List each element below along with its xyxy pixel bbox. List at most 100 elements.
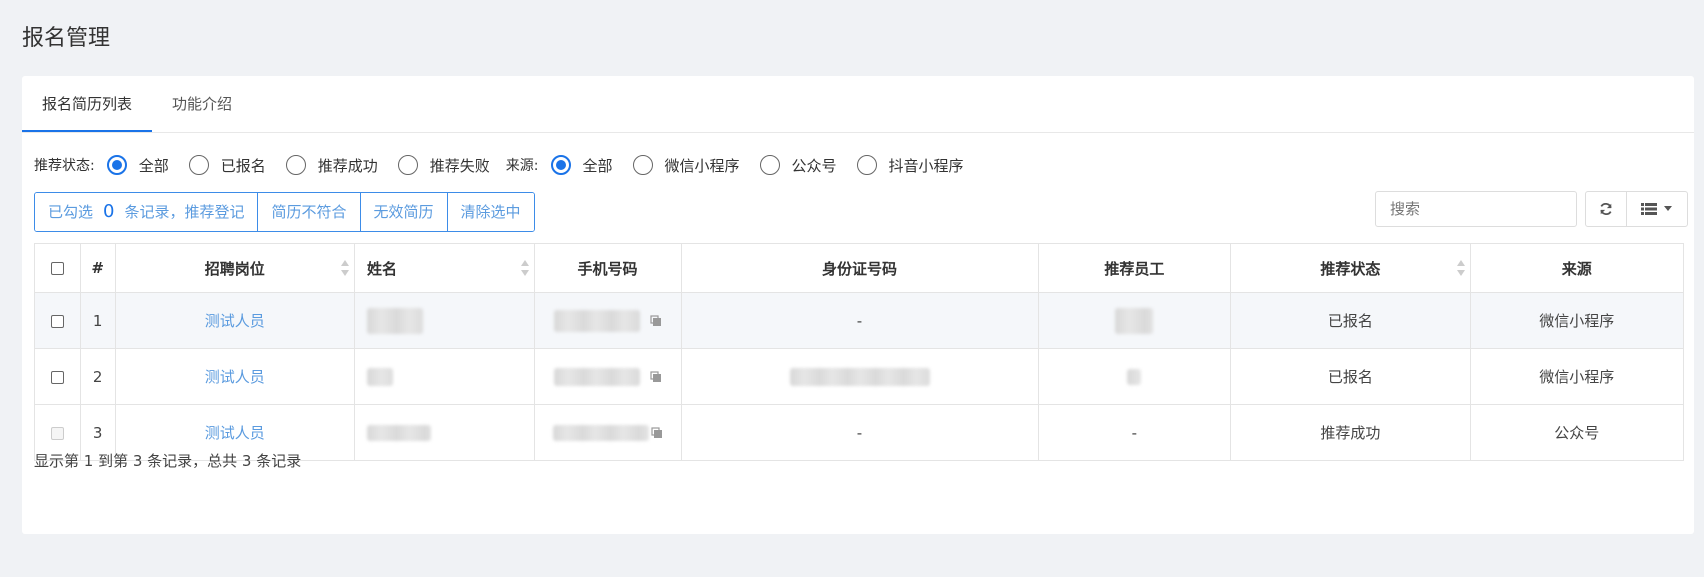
id-card-cell: - <box>680 404 1039 461</box>
invalid-resume-button[interactable]: 无效简历 <box>360 193 448 231</box>
resume-table: # 招聘岗位 姓名 手机号码 身份证号码 推荐员工 推荐状态 来源 1 测试人员… <box>34 243 1685 461</box>
row-select-cell <box>34 348 81 405</box>
position-link[interactable]: 测试人员 <box>205 368 265 386</box>
source-radio-wechat-miniprogram[interactable]: 微信小程序 <box>632 155 740 176</box>
select-all-checkbox[interactable] <box>50 262 64 275</box>
clear-selection-button[interactable]: 清除选中 <box>447 193 534 231</box>
header-label: 推荐状态 <box>1320 259 1381 278</box>
radio-icon <box>856 155 877 175</box>
search-input[interactable] <box>1375 191 1577 227</box>
source-cell: 微信小程序 <box>1469 292 1685 349</box>
selected-count: 0 <box>103 201 115 222</box>
copy-icon[interactable] <box>649 314 662 327</box>
refresh-icon <box>1600 202 1612 216</box>
phone-cell <box>533 348 682 405</box>
caret-down-icon <box>1664 206 1672 211</box>
header-label: 姓名 <box>366 259 397 278</box>
copy-icon[interactable] <box>649 371 662 383</box>
status-radio-failed[interactable]: 推荐失败 <box>397 155 490 176</box>
table-toolbar <box>1585 191 1688 227</box>
column-header-index: # <box>79 243 116 293</box>
radio-label: 抖音小程序 <box>888 156 964 175</box>
status-cell: 已报名 <box>1230 348 1471 405</box>
column-header-source: 来源 <box>1469 243 1685 293</box>
list-icon <box>1641 203 1657 215</box>
sort-icon <box>520 260 529 276</box>
pagination-summary: 显示第 1 到第 3 条记录，总共 3 条记录 <box>34 452 302 470</box>
position-link[interactable]: 测试人员 <box>205 312 265 330</box>
position-link[interactable]: 测试人员 <box>205 424 265 442</box>
status-radio-registered[interactable]: 已报名 <box>188 155 266 176</box>
radio-icon <box>188 155 209 175</box>
redacted-name <box>366 307 423 334</box>
column-header-phone: 手机号码 <box>533 243 682 293</box>
column-header-id-card: 身份证号码 <box>680 243 1039 293</box>
row-checkbox[interactable] <box>50 370 64 384</box>
sort-icon <box>340 260 349 276</box>
status-radio-all[interactable]: 全部 <box>106 155 169 176</box>
table-row[interactable]: 1 测试人员 - 已报名 微信小程序 <box>34 292 1685 349</box>
column-header-employee: 推荐员工 <box>1037 243 1232 293</box>
table-header-row: # 招聘岗位 姓名 手机号码 身份证号码 推荐员工 推荐状态 来源 <box>34 243 1685 293</box>
source-radio-douyin-miniprogram[interactable]: 抖音小程序 <box>856 155 964 176</box>
source-cell: 公众号 <box>1469 404 1685 461</box>
radio-label: 全部 <box>582 156 613 175</box>
resume-mismatch-button[interactable]: 简历不符合 <box>258 193 361 231</box>
filter-bar: 推荐状态: 全部 已报名 推荐成功 推荐失败 来源: 全部 微信小程序 公众号 <box>34 152 984 178</box>
redacted-id-card <box>789 367 930 386</box>
radio-label: 推荐失败 <box>429 156 490 175</box>
source-filter-label: 来源: <box>505 158 539 174</box>
main-card: 报名简历列表 功能介绍 推荐状态: 全部 已报名 推荐成功 推荐失败 来源: 全… <box>22 76 1694 534</box>
row-checkbox-disabled <box>50 426 64 440</box>
radio-icon <box>285 155 306 175</box>
redacted-employee <box>1115 307 1154 334</box>
radio-label: 已报名 <box>220 156 266 175</box>
selected-prefix: 已勾选 <box>48 203 94 221</box>
name-cell <box>353 348 535 405</box>
radio-icon <box>397 155 418 175</box>
phone-cell <box>533 404 682 461</box>
tab-feature-intro[interactable]: 功能介绍 <box>152 76 252 132</box>
redacted-employee <box>1127 369 1142 385</box>
name-cell <box>353 404 535 461</box>
table-row[interactable]: 2 测试人员 已报名 微信小程序 <box>34 348 1685 405</box>
columns-dropdown-button[interactable] <box>1627 192 1687 226</box>
tab-resume-list[interactable]: 报名简历列表 <box>22 76 152 132</box>
copy-icon[interactable] <box>650 427 663 439</box>
status-cell: 已报名 <box>1230 292 1471 349</box>
selected-suffix: 条记录，推荐登记 <box>124 203 245 221</box>
row-checkbox[interactable] <box>50 314 64 328</box>
status-filter-label: 推荐状态: <box>34 158 95 174</box>
column-header-status[interactable]: 推荐状态 <box>1230 243 1471 293</box>
radio-checked-icon <box>550 155 571 175</box>
recommend-register-button[interactable]: 已勾选 0 条记录，推荐登记 <box>35 193 259 231</box>
position-cell: 测试人员 <box>114 348 355 405</box>
status-cell: 推荐成功 <box>1230 404 1471 461</box>
id-card-cell <box>680 348 1039 405</box>
source-radio-all[interactable]: 全部 <box>550 155 613 176</box>
column-header-position[interactable]: 招聘岗位 <box>114 243 355 293</box>
radio-label: 推荐成功 <box>317 156 378 175</box>
row-index: 1 <box>79 292 116 349</box>
id-card-cell: - <box>680 292 1039 349</box>
radio-label: 公众号 <box>791 156 837 175</box>
header-label: 招聘岗位 <box>204 259 265 278</box>
name-cell <box>353 292 535 349</box>
employee-cell <box>1037 348 1232 405</box>
employee-cell: - <box>1037 404 1232 461</box>
radio-label: 微信小程序 <box>664 156 740 175</box>
page-title: 报名管理 <box>22 26 111 51</box>
source-radio-official-account[interactable]: 公众号 <box>759 155 837 176</box>
position-cell: 测试人员 <box>114 292 355 349</box>
redacted-name <box>366 425 431 441</box>
source-cell: 微信小程序 <box>1469 348 1685 405</box>
column-header-name[interactable]: 姓名 <box>353 243 535 293</box>
sort-icon <box>1456 260 1465 276</box>
refresh-button[interactable] <box>1586 192 1627 226</box>
status-radio-success[interactable]: 推荐成功 <box>285 155 378 176</box>
select-all-cell <box>34 243 81 293</box>
radio-icon <box>632 155 653 175</box>
employee-cell <box>1037 292 1232 349</box>
radio-checked-icon <box>106 155 127 175</box>
redacted-phone <box>552 425 649 441</box>
